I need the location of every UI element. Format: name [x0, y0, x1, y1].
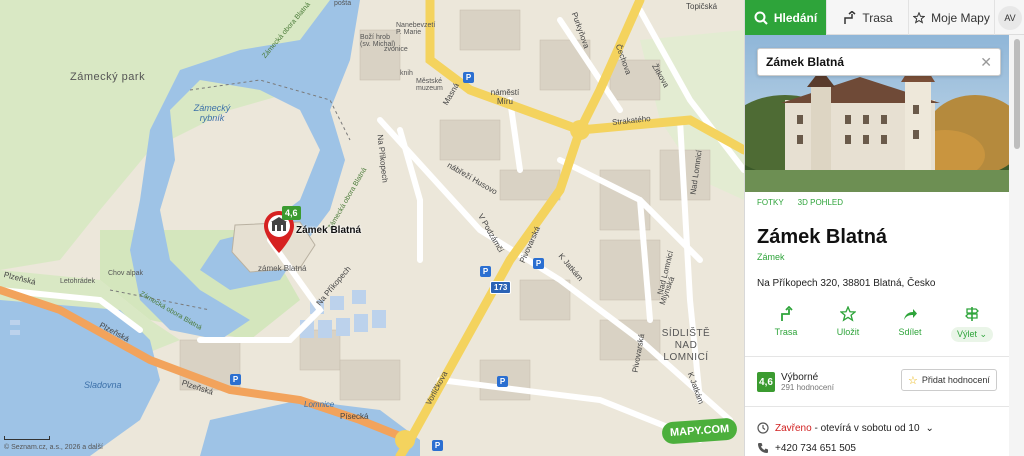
phone-icon [758, 443, 768, 453]
map-label-namesti: náměstí Míru [490, 88, 520, 106]
rating-count: 291 hodnocení [781, 383, 834, 392]
rating-text: Výborné 291 hodnocení [781, 372, 834, 392]
scrollbar-thumb[interactable] [1014, 39, 1020, 149]
photo-links: FOTKY 3D POHLED [757, 198, 843, 207]
parking-icon[interactable]: P [533, 258, 544, 269]
divider [745, 356, 1009, 357]
trip-button[interactable]: Výlet ⌄ [943, 305, 1001, 342]
pin-label[interactable]: Zámek Blatná [296, 225, 361, 236]
opening-hours-row[interactable]: Zavřeno - otevírá v sobotu od 10 ⌄ [757, 422, 934, 434]
map-label-topicska: Topičská [686, 2, 718, 11]
clock-icon [757, 422, 769, 434]
tab-route-label: Trasa [862, 10, 893, 25]
user-avatar[interactable]: AV [995, 0, 1024, 35]
hours-detail: - otevírá v sobotu od 10 [811, 422, 920, 434]
parking-icon[interactable]: P [480, 266, 491, 277]
map-label-letohradek: Letohrádek [60, 278, 96, 285]
divider [745, 406, 1009, 407]
top-navigation: Hledání Trasa Moje Mapy AV [745, 0, 1024, 35]
tab-my-maps[interactable]: Moje Mapy [909, 0, 995, 35]
rating-word: Výborné [781, 372, 819, 383]
route-button-label: Trasa [774, 327, 798, 337]
route-icon [781, 306, 793, 321]
trip-label-text: Výlet [956, 329, 977, 339]
rating-row[interactable]: 4,6 Výborné 291 hodnocení [757, 372, 834, 392]
parking-icon[interactable]: P [463, 72, 474, 83]
map-label-alpaky: Chov alpak [108, 270, 144, 277]
star-outline-icon [913, 11, 926, 24]
phone-number: +420 734 651 505 [775, 442, 856, 454]
save-button[interactable]: Uložit [819, 305, 877, 342]
map-label-zamecky-park: Zámecký park [70, 71, 146, 83]
map-label-pisecka: Písecká [340, 412, 369, 421]
map-label-knih: knih [400, 70, 413, 77]
parking-icon[interactable]: P [432, 440, 443, 451]
map-label-zamek-small: zámek Blatná [258, 264, 307, 273]
map-label-mestske-muzeum: Městské muzeum [416, 78, 443, 92]
tab-search-label: Hledání [773, 10, 818, 25]
photos-link[interactable]: FOTKY [757, 198, 784, 207]
scale-bar [4, 436, 50, 440]
chevron-down-icon: ⌄ [925, 422, 934, 434]
share-icon [904, 309, 917, 320]
map-label-sidliste: SÍDLIŠTĚ NAD LOMNICÍ [661, 328, 711, 363]
add-review-label: Přidat hodnocení [921, 375, 990, 385]
map-label-nanebevzeti: Nanebevzetí P. Marie [396, 22, 436, 36]
trip-button-label: Výlet ⌄ [950, 327, 994, 342]
rating-badge: 4,6 [757, 372, 775, 392]
signpost-icon [965, 307, 979, 321]
map-label-zamecky-rybnik: Zámecký rybník [193, 103, 231, 123]
map-label-zvonice: zvonice [384, 46, 408, 53]
3d-view-link[interactable]: 3D POHLED [798, 198, 843, 207]
panel-scrollbar[interactable] [1009, 35, 1024, 456]
place-title: Zámek Blatná [757, 226, 888, 248]
route-icon [844, 10, 856, 24]
share-button-label: Sdílet [898, 327, 922, 337]
share-button[interactable]: Sdílet [881, 305, 939, 342]
map-label-posta: pošta [334, 0, 352, 7]
detail-panel: Hledání Trasa Moje Mapy AV Zámek Blatná … [744, 0, 1024, 456]
tab-search[interactable]: Hledání [745, 0, 827, 35]
pin-rating-badge: 4,6 [282, 206, 301, 220]
clear-search-icon[interactable]: ✕ [980, 54, 992, 71]
hours-status: Zavřeno [775, 422, 812, 434]
map-label-lomnice: Lomnice [304, 400, 335, 409]
search-input-value: Zámek Blatná [766, 55, 845, 69]
place-category[interactable]: Zámek [757, 252, 785, 262]
map-canvas[interactable]: Zámecký park Zámecký rybník zámek Blatná… [0, 0, 744, 456]
tab-my-maps-label: Moje Mapy [931, 10, 990, 25]
map-attribution[interactable]: © Seznam.cz, a.s., 2026 a další [4, 444, 103, 451]
chevron-down-icon: ⌄ [979, 329, 988, 339]
parking-icon[interactable]: P [230, 374, 241, 385]
route-button[interactable]: Trasa [757, 305, 815, 342]
phone-row[interactable]: +420 734 651 505 [757, 442, 856, 454]
add-review-button[interactable]: ☆ Přidat hodnocení [901, 369, 997, 391]
road-number-badge: 173 [490, 281, 512, 294]
search-icon [754, 11, 768, 25]
action-row: Trasa Uložit Sdílet Výlet ⌄ [757, 305, 1001, 342]
map-label-sladovna: Sladovna [84, 380, 122, 390]
place-address: Na Příkopech 320, 38801 Blatná, Česko [757, 278, 936, 289]
search-input[interactable]: Zámek Blatná ✕ [757, 48, 1001, 76]
star-icon [840, 306, 856, 322]
avatar-initials: AV [998, 5, 1022, 30]
save-button-label: Uložit [836, 327, 860, 337]
parking-icon[interactable]: P [497, 376, 508, 387]
tab-route[interactable]: Trasa [827, 0, 909, 35]
star-outline-icon: ☆ [908, 374, 918, 387]
